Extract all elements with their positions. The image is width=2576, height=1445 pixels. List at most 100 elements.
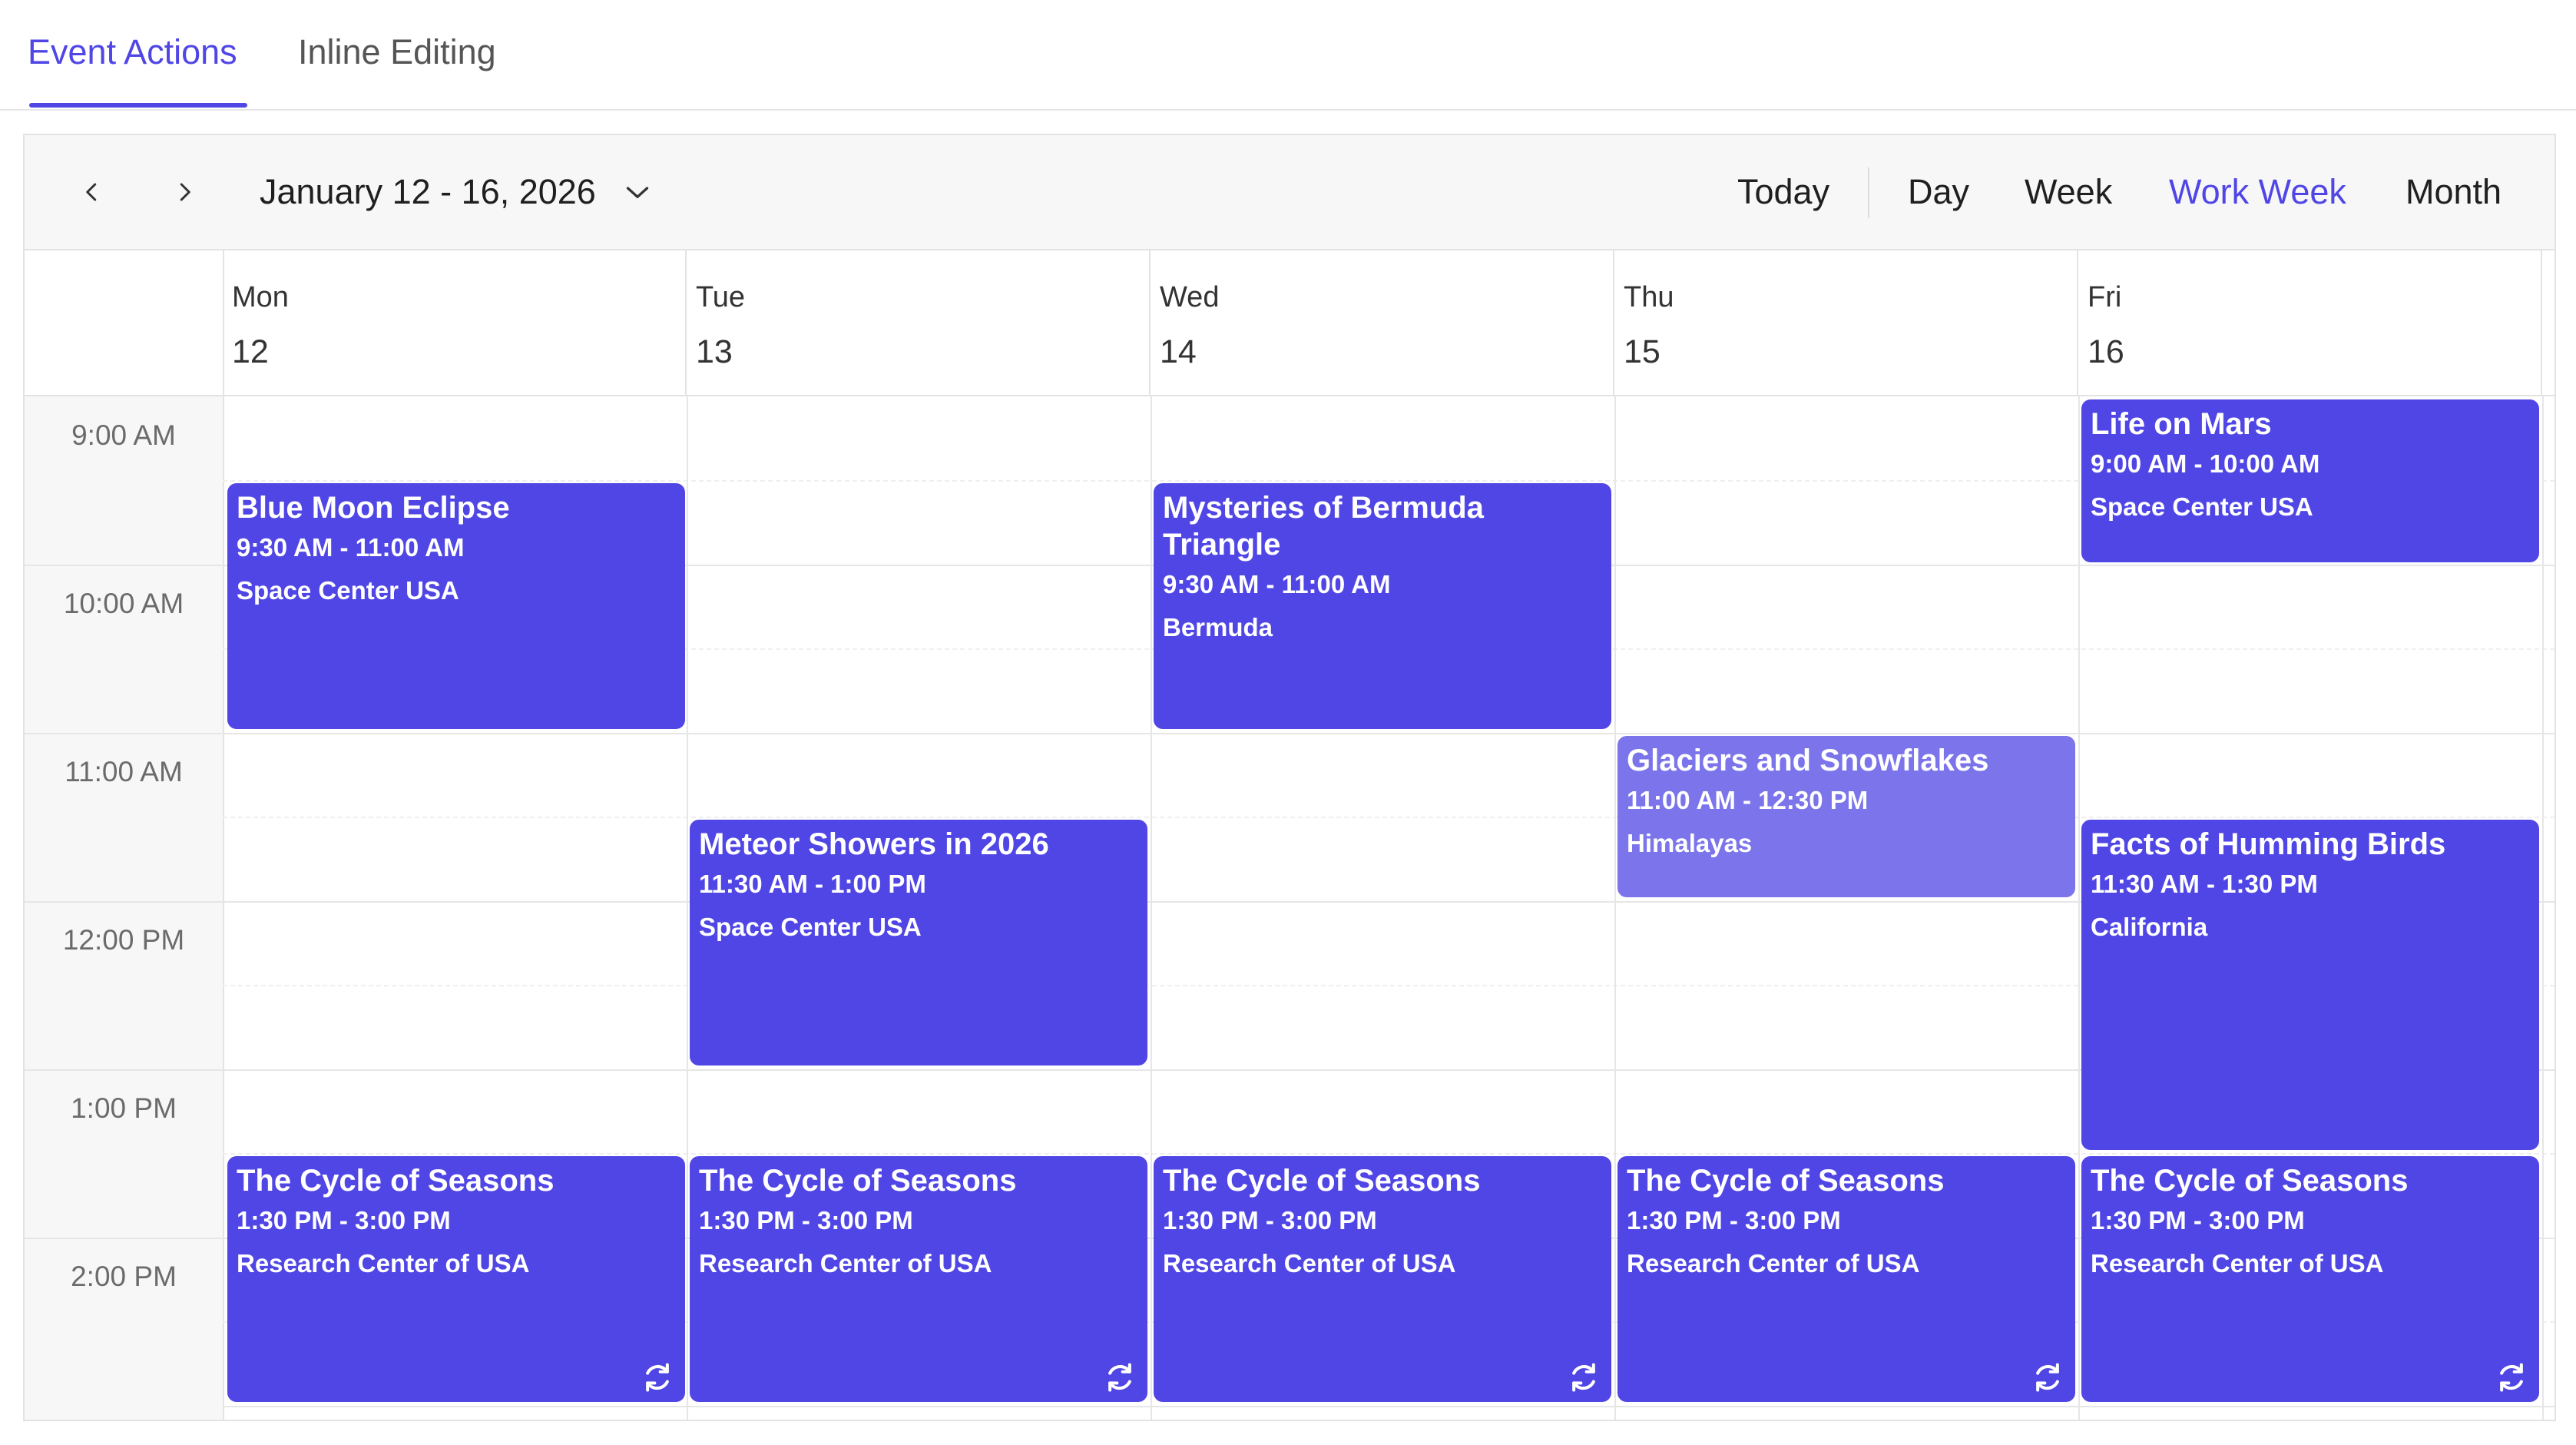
event-time: 11:30 AM - 1:30 PM bbox=[2091, 870, 2318, 898]
tab-bar: Event Actions Inline Editing bbox=[0, 0, 2576, 111]
header-corner bbox=[25, 250, 224, 395]
previous-button[interactable] bbox=[69, 169, 115, 215]
event-card[interactable]: Mysteries of Bermuda Triangle 9:30 AM - … bbox=[1154, 483, 1611, 729]
event-card[interactable]: Facts of Humming Birds 11:30 AM - 1:30 P… bbox=[2081, 820, 2539, 1150]
event-time: 1:30 PM - 3:00 PM bbox=[699, 1206, 913, 1235]
event-title: Life on Mars bbox=[2091, 407, 2272, 441]
event-time: 9:30 AM - 11:00 AM bbox=[237, 533, 465, 562]
event-location: Space Center USA bbox=[2091, 492, 2313, 521]
event-card-recurring[interactable]: The Cycle of Seasons 1:30 PM - 3:00 PM R… bbox=[1154, 1156, 1611, 1402]
time-label: 9:00 AM bbox=[71, 419, 176, 451]
grid-line bbox=[223, 1406, 2554, 1407]
day-name: Mon bbox=[232, 281, 289, 313]
event-card[interactable]: Meteor Showers in 2026 11:30 AM - 1:00 P… bbox=[690, 820, 1147, 1066]
day-number[interactable]: 15 bbox=[1624, 333, 1660, 371]
day-header-thu[interactable]: Thu 15 bbox=[1614, 250, 2078, 395]
tab-event-actions[interactable]: Event Actions bbox=[28, 29, 237, 75]
event-title: The Cycle of Seasons bbox=[699, 1164, 1017, 1198]
event-location: Space Center USA bbox=[237, 576, 459, 605]
day-header-fri[interactable]: Fri 16 bbox=[2078, 250, 2542, 395]
event-title: Glaciers and Snowflakes bbox=[1627, 744, 1989, 777]
grid-line bbox=[25, 1238, 223, 1239]
event-time: 11:00 AM - 12:30 PM bbox=[1627, 786, 1869, 814]
event-time: 1:30 PM - 3:00 PM bbox=[1163, 1206, 1377, 1235]
event-card-recurring[interactable]: The Cycle of Seasons 1:30 PM - 3:00 PM R… bbox=[227, 1156, 685, 1402]
event-card[interactable]: Blue Moon Eclipse 9:30 AM - 11:00 AM Spa… bbox=[227, 483, 685, 729]
view-work-week-button[interactable]: Work Week bbox=[2169, 169, 2346, 215]
day-column-divider bbox=[1151, 396, 1152, 1420]
active-tab-indicator bbox=[29, 103, 247, 108]
recurrence-icon bbox=[1108, 1363, 1131, 1392]
event-title: Blue Moon Eclipse bbox=[237, 491, 510, 525]
event-location: Himalayas bbox=[1627, 829, 1753, 857]
event-location: California bbox=[2091, 913, 2208, 941]
day-header-wed[interactable]: Wed 14 bbox=[1151, 250, 1614, 395]
chevron-left-icon bbox=[86, 183, 97, 201]
event-time: 1:30 PM - 3:00 PM bbox=[237, 1206, 451, 1235]
recurrence-icon bbox=[2500, 1363, 2523, 1392]
day-number[interactable]: 12 bbox=[232, 333, 269, 371]
view-week-button[interactable]: Week bbox=[2025, 169, 2112, 215]
event-title: Facts of Humming Birds bbox=[2091, 827, 2446, 861]
grid-line bbox=[223, 817, 2554, 818]
day-column-divider bbox=[2542, 396, 2544, 1420]
time-label: 12:00 PM bbox=[62, 924, 185, 956]
recurrence-icon bbox=[646, 1363, 669, 1392]
time-column: 9:00 AM 10:00 AM 11:00 AM 12:00 PM 1:00 … bbox=[25, 396, 224, 1420]
event-title: Mysteries of Bermuda Triangle bbox=[1163, 491, 1484, 562]
view-day-button[interactable]: Day bbox=[1908, 169, 1969, 215]
event-location: Bermuda bbox=[1163, 613, 1273, 641]
day-name: Fri bbox=[2088, 281, 2122, 313]
time-label: 11:00 AM bbox=[65, 756, 183, 787]
event-time: 9:30 AM - 11:00 AM bbox=[1163, 570, 1391, 598]
recurrence-icon bbox=[1572, 1363, 1595, 1392]
day-column-divider bbox=[1614, 396, 1616, 1420]
day-header-tue[interactable]: Tue 13 bbox=[687, 250, 1151, 395]
time-label: 2:00 PM bbox=[71, 1261, 177, 1292]
time-grid[interactable]: 9:00 AM 10:00 AM 11:00 AM 12:00 PM 1:00 … bbox=[25, 396, 2554, 1420]
toolbar-divider bbox=[1868, 167, 1869, 218]
day-header-mon[interactable]: Mon 12 bbox=[223, 250, 687, 395]
day-column-divider bbox=[2078, 396, 2080, 1420]
date-range-label[interactable]: January 12 - 16, 2026 bbox=[260, 169, 596, 215]
event-title: The Cycle of Seasons bbox=[237, 1164, 555, 1198]
date-picker-toggle[interactable] bbox=[614, 169, 661, 215]
event-time: 9:00 AM - 10:00 AM bbox=[2091, 449, 2320, 478]
scheduler-toolbar: January 12 - 16, 2026 Today Day Week Wor… bbox=[25, 135, 2554, 250]
day-name: Thu bbox=[1624, 281, 1674, 313]
event-location: Research Center of USA bbox=[1163, 1249, 1456, 1278]
day-number[interactable]: 14 bbox=[1160, 333, 1197, 371]
event-location: Research Center of USA bbox=[1627, 1249, 1920, 1278]
event-card-recurring[interactable]: The Cycle of Seasons 1:30 PM - 3:00 PM R… bbox=[1617, 1156, 2075, 1402]
event-card-recurring[interactable]: The Cycle of Seasons 1:30 PM - 3:00 PM R… bbox=[690, 1156, 1147, 1402]
event-time: 11:30 AM - 1:00 PM bbox=[699, 870, 926, 898]
event-location: Space Center USA bbox=[699, 913, 922, 941]
event-time: 1:30 PM - 3:00 PM bbox=[2091, 1206, 2305, 1235]
event-card[interactable]: Life on Mars 9:00 AM - 10:00 AM Space Ce… bbox=[2081, 399, 2539, 562]
event-card-selected[interactable]: Glaciers and Snowflakes 11:00 AM - 12:30… bbox=[1617, 736, 2075, 897]
day-column-divider bbox=[687, 396, 688, 1420]
day-number[interactable]: 16 bbox=[2088, 333, 2124, 371]
event-location: Research Center of USA bbox=[2091, 1249, 2384, 1278]
recurrence-icon bbox=[2036, 1363, 2059, 1392]
scheduler: January 12 - 16, 2026 Today Day Week Wor… bbox=[23, 134, 2556, 1421]
grid-line bbox=[25, 1069, 223, 1071]
chevron-right-icon bbox=[180, 183, 190, 201]
chevron-down-icon bbox=[626, 187, 649, 198]
tab-inline-editing[interactable]: Inline Editing bbox=[298, 29, 496, 75]
view-month-button[interactable]: Month bbox=[2405, 169, 2502, 215]
event-title: The Cycle of Seasons bbox=[1163, 1164, 1481, 1198]
day-header-row: Mon 12 Tue 13 Wed 14 Thu 15 Fri 16 bbox=[25, 250, 2554, 396]
day-number[interactable]: 13 bbox=[696, 333, 733, 371]
day-name: Tue bbox=[696, 281, 746, 313]
today-button[interactable]: Today bbox=[1737, 169, 1829, 215]
grid-line bbox=[223, 1153, 2554, 1155]
event-card-recurring[interactable]: The Cycle of Seasons 1:30 PM - 3:00 PM R… bbox=[2081, 1156, 2539, 1402]
grid-line bbox=[25, 733, 223, 734]
event-location: Research Center of USA bbox=[237, 1249, 530, 1278]
grid-line bbox=[223, 733, 2554, 734]
time-label: 1:00 PM bbox=[71, 1092, 177, 1124]
next-button[interactable] bbox=[161, 169, 207, 215]
event-title: The Cycle of Seasons bbox=[1627, 1164, 1945, 1198]
event-title: The Cycle of Seasons bbox=[2091, 1164, 2409, 1198]
